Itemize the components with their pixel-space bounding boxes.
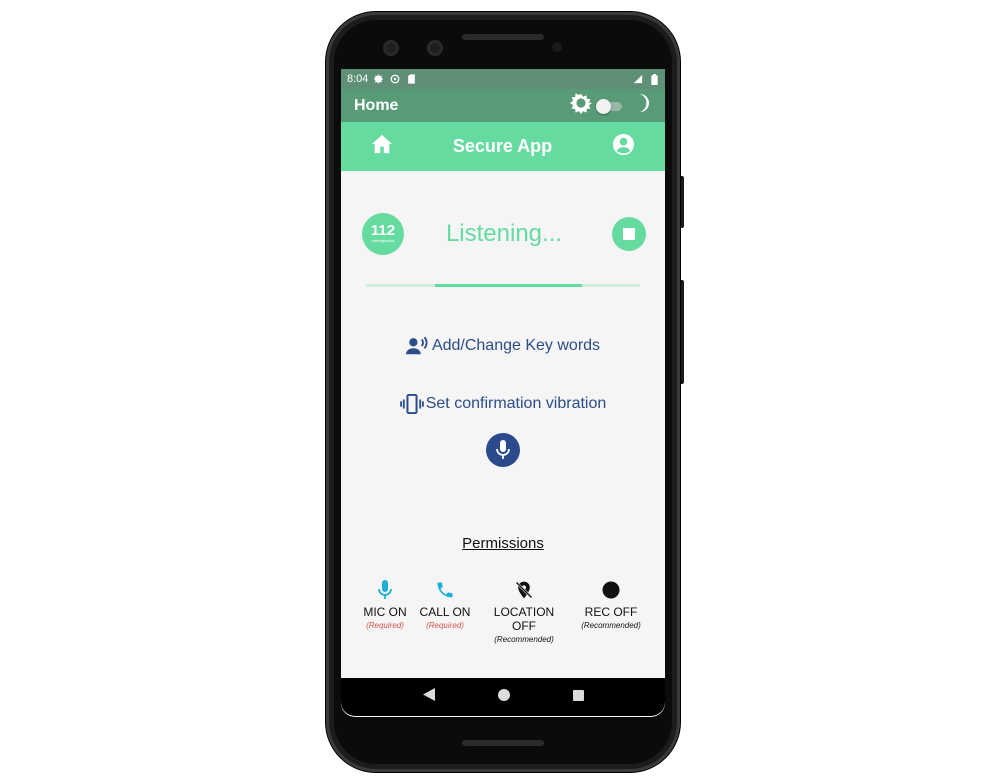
status-bar: 8:04 — [341, 69, 665, 89]
listening-progress-bar — [366, 284, 640, 287]
stop-icon — [623, 228, 635, 240]
recents-icon[interactable] — [572, 688, 584, 706]
proximity-sensor — [552, 42, 562, 52]
battery-icon — [649, 73, 659, 85]
mic-icon — [496, 440, 510, 459]
vibration-button[interactable]: Set confirmation vibration — [341, 394, 665, 414]
microphone-button[interactable] — [486, 433, 520, 467]
phone-screen: 8:04 Home Secure App 112 emergências Lis… — [341, 69, 665, 717]
front-camera-left — [383, 40, 399, 56]
home-icon[interactable] — [371, 134, 393, 159]
page-title: Home — [354, 96, 399, 114]
permission-note: (Recommended) — [494, 635, 554, 644]
voice-person-icon — [405, 336, 430, 356]
bottom-speaker — [462, 740, 544, 746]
permission-call[interactable]: CALL ON (Required) — [405, 579, 485, 630]
permission-location[interactable]: LOCATION OFF (Recommended) — [484, 579, 564, 644]
account-icon[interactable] — [612, 133, 635, 161]
vibration-label: Set confirmation vibration — [425, 395, 607, 412]
permission-label: REC OFF — [584, 605, 638, 619]
listening-row: 112 emergências Listening... — [362, 213, 646, 255]
moon-icon — [636, 93, 652, 118]
theme-toggle[interactable] — [596, 98, 624, 114]
permission-label: LOCATION OFF — [493, 605, 555, 633]
permission-record[interactable]: REC OFF (Recommended) — [571, 579, 651, 630]
back-icon[interactable] — [422, 688, 435, 706]
earpiece-speaker — [462, 34, 544, 40]
permissions-title: Permissions — [462, 535, 544, 552]
app-title: Secure App — [452, 136, 553, 156]
app-bar: Secure App — [341, 122, 665, 171]
status-time: 8:04 — [347, 73, 369, 85]
sun-icon — [570, 92, 592, 119]
listening-status: Listening... — [445, 220, 563, 247]
signal-icon — [633, 74, 643, 84]
settings-status-icon — [374, 74, 384, 84]
vibration-icon — [399, 394, 424, 414]
device-stage: 8:04 Home Secure App 112 emergências Lis… — [0, 0, 1000, 784]
permission-label: CALL ON — [419, 605, 471, 619]
phone-permission-icon — [405, 579, 485, 601]
system-navigation-bar — [341, 678, 665, 716]
record-icon — [571, 579, 651, 601]
permission-note: (Required) — [426, 621, 464, 630]
title-bar: Home — [341, 89, 665, 122]
sync-status-icon — [390, 74, 400, 84]
add-keywords-button[interactable]: Add/Change Key words — [341, 336, 665, 356]
progress-indicator — [434, 284, 583, 287]
home-nav-icon[interactable] — [497, 688, 510, 706]
permission-note: (Recommended) — [581, 621, 641, 630]
location-off-icon — [484, 579, 564, 601]
stop-button[interactable] — [612, 217, 646, 251]
add-keywords-label: Add/Change Key words — [431, 337, 601, 354]
sd-card-status-icon — [406, 74, 416, 84]
front-camera-right — [427, 40, 443, 56]
